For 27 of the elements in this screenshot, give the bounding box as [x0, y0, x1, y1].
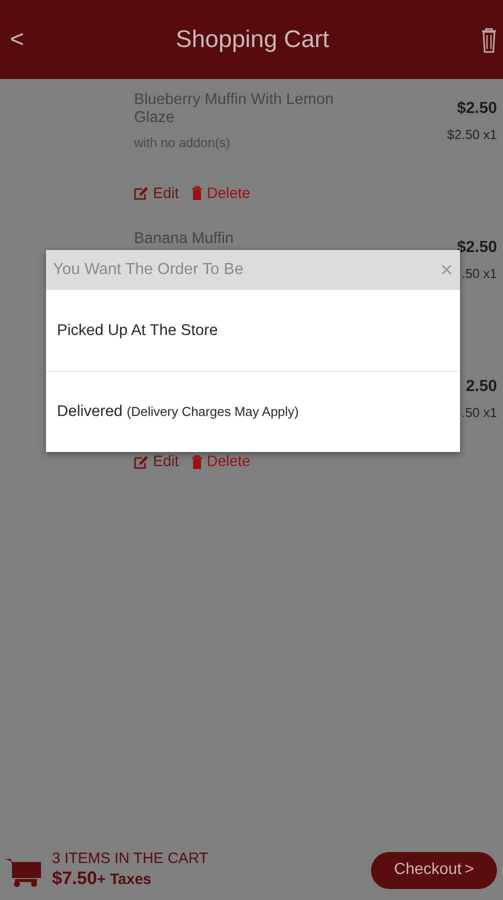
item-unit-price: $2.50 x1 [447, 126, 497, 144]
item-name: Banana Muffin [134, 230, 235, 248]
item-price: $2.50 [456, 238, 497, 258]
trash-icon [190, 454, 203, 470]
trash-icon [480, 26, 497, 52]
item-price: $2.50 [456, 99, 497, 119]
page-title: Shopping Cart [176, 24, 330, 54]
back-button[interactable]: < [10, 28, 24, 52]
delete-link[interactable]: Delete [190, 182, 250, 205]
edit-link[interactable]: Edit [134, 182, 179, 205]
clear-cart-button[interactable] [480, 26, 497, 52]
dialog-title: You Want The Order To Be [53, 260, 244, 280]
edit-link[interactable]: Edit [134, 451, 179, 474]
item-price: 2.50 [464, 377, 497, 397]
cart-total: $7.50+ Taxes [52, 866, 152, 890]
item-unit-price: .50 x1 [462, 404, 497, 422]
checkout-button[interactable]: Checkout > [371, 852, 497, 888]
order-option[interactable]: Delivered (Delivery Charges May Apply) [46, 371, 460, 452]
close-button[interactable]: × [440, 259, 453, 281]
item-count: 3 ITEMS IN THE CART [52, 850, 208, 866]
order-option[interactable]: Picked Up At The Store [46, 290, 460, 371]
trash-icon [190, 186, 203, 202]
item-unit-price: .50 x1 [460, 265, 497, 283]
item-name: Blueberry Muffin With Lemon Glaze [134, 91, 335, 127]
edit-icon [134, 186, 149, 202]
delete-link[interactable]: Delete [190, 451, 250, 474]
edit-icon [134, 454, 149, 470]
